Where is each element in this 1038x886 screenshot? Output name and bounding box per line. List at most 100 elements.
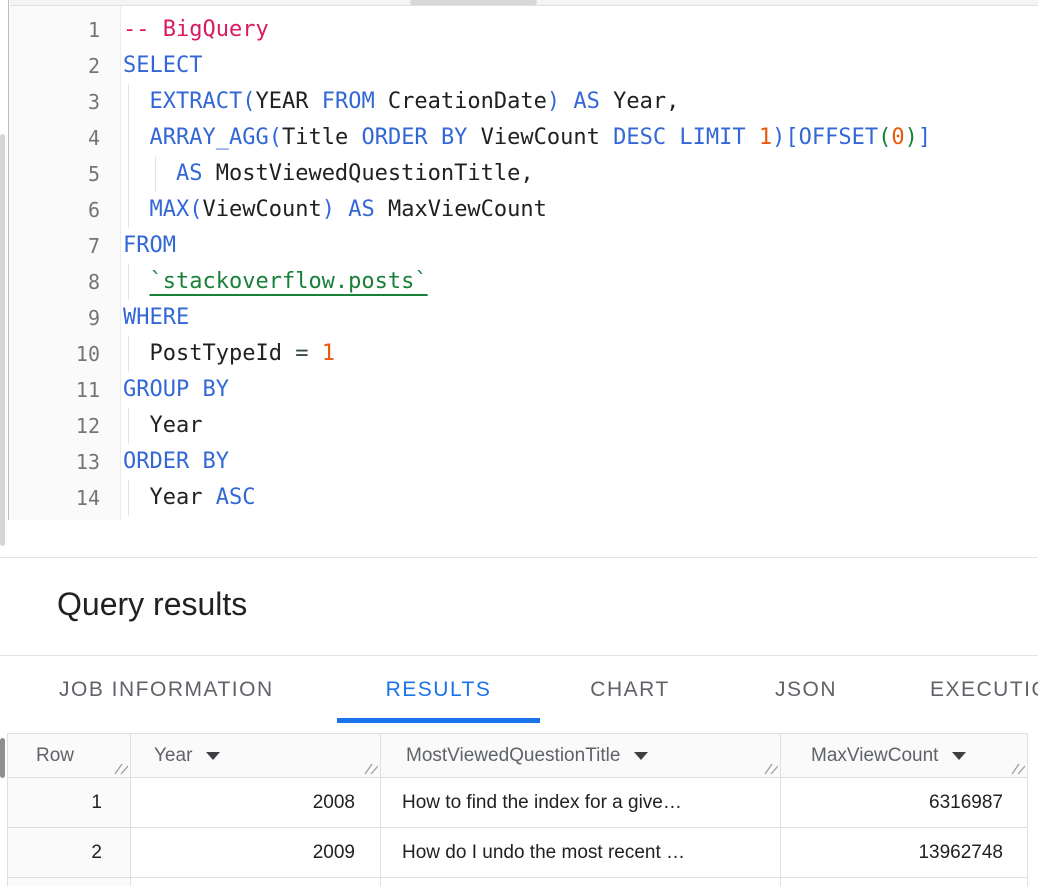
code-token: MostViewedQuestionTitle, (202, 161, 533, 186)
line-number: 3 (9, 84, 100, 120)
code-token: Title (282, 125, 348, 150)
column-header-mostviewedquestiontitle[interactable]: MostViewedQuestionTitle (381, 734, 781, 778)
tab-job-information[interactable]: JOB INFORMATION (59, 656, 274, 723)
table-row: 12008How to find the index for a give…63… (8, 778, 1028, 828)
indent-guide (128, 336, 129, 372)
line-number: 1 (9, 12, 100, 48)
table-vertical-scrollbar-thumb[interactable] (0, 738, 5, 778)
tab-execution[interactable]: EXECUTION (930, 656, 1038, 723)
code-token: FROM (123, 233, 176, 258)
tab-chart[interactable]: CHART (590, 656, 669, 723)
column-dropdown-caret-icon[interactable] (206, 752, 220, 760)
code-line-8: `stackoverflow.posts` (123, 264, 1038, 300)
code-token (189, 377, 202, 402)
column-label: MostViewedQuestionTitle (406, 745, 620, 767)
code-token: Year, (600, 89, 679, 114)
column-label: Year (154, 745, 192, 767)
line-number: 2 (9, 48, 100, 84)
code-token: ) (905, 125, 918, 150)
cell (781, 878, 1028, 886)
table-row-partial (8, 878, 1028, 886)
line-number: 6 (9, 192, 100, 228)
code-token (123, 89, 150, 114)
code-token: [ (785, 125, 798, 150)
code-token (335, 197, 348, 222)
code-line-5: AS MostViewedQuestionTitle, (123, 156, 1038, 192)
line-number: 4 (9, 120, 100, 156)
results-table: RowYearMostViewedQuestionTitleMaxViewCou… (7, 733, 1028, 886)
column-resize-grip-icon[interactable] (1011, 761, 1025, 775)
code-token: ViewCount (467, 125, 613, 150)
tab-json[interactable]: JSON (775, 656, 837, 723)
code-token: BY (202, 449, 229, 474)
code-token: DESC (613, 125, 666, 150)
code-token: ARRAY_AGG (150, 125, 269, 150)
indent-guide (128, 192, 129, 228)
cell (8, 878, 131, 886)
code-token (189, 449, 202, 474)
results-table-wrap: RowYearMostViewedQuestionTitleMaxViewCou… (7, 733, 1028, 886)
line-number: 9 (9, 300, 100, 336)
indent-guide (155, 156, 156, 192)
line-number: 13 (9, 444, 100, 480)
column-dropdown-caret-icon[interactable] (634, 752, 648, 760)
indent-guide (128, 480, 129, 516)
code-token: ( (242, 89, 255, 114)
query-results-title: Query results (57, 586, 247, 623)
code-area[interactable]: -- BigQuery SELECT EXTRACT(YEAR FROM Crea… (123, 12, 1038, 516)
table-row: 22009How do I undo the most recent …1396… (8, 828, 1028, 878)
sql-editor[interactable]: 1234567891011121314 -- BigQuerySELECT EX… (0, 6, 1038, 556)
line-number: 7 (9, 228, 100, 264)
code-token (746, 125, 759, 150)
indent-guide (128, 408, 129, 444)
code-token: ORDER (361, 125, 427, 150)
title-cell: How to find the index for a give… (381, 778, 781, 828)
column-dropdown-caret-icon[interactable] (952, 752, 966, 760)
line-number: 12 (9, 408, 100, 444)
code-token: ) (322, 197, 335, 222)
column-resize-grip-icon[interactable] (364, 761, 378, 775)
code-line-13: ORDER BY (123, 444, 1038, 480)
column-header-maxviewcount[interactable]: MaxViewCount (781, 734, 1028, 778)
column-resize-grip-icon[interactable] (114, 761, 128, 775)
line-number-gutter: 1234567891011121314 (9, 6, 121, 520)
column-resize-grip-icon[interactable] (764, 761, 778, 775)
row-number-cell: 2 (8, 828, 131, 878)
code-line-12: Year (123, 408, 1038, 444)
code-token: OFFSET (799, 125, 878, 150)
code-token: ViewCount (203, 197, 322, 222)
code-token (560, 89, 573, 114)
code-token: 1 (322, 341, 335, 366)
active-tab-underline (337, 718, 540, 723)
tab-results[interactable]: RESULTS (337, 656, 540, 723)
code-token: = (295, 341, 308, 366)
code-token (308, 89, 321, 114)
editor-vertical-scrollbar-thumb[interactable] (0, 134, 5, 546)
code-token: FROM (322, 89, 375, 114)
table-reference-link[interactable]: `stackoverflow.posts` (150, 269, 428, 294)
cell (131, 878, 381, 886)
code-line-1: -- BigQuery (123, 12, 1038, 48)
max-view-count-cell: 13962748 (781, 828, 1028, 878)
code-token: AS (176, 161, 203, 186)
code-token (123, 269, 150, 294)
code-token: BY (441, 125, 468, 150)
indent-guide (128, 156, 129, 192)
code-token: CreationDate (375, 89, 547, 114)
code-token (666, 125, 679, 150)
code-token: MaxViewCount (375, 197, 547, 222)
code-token: AS (348, 197, 375, 222)
code-token: ( (878, 125, 891, 150)
code-token: Year (123, 413, 202, 438)
code-token: SELECT (123, 53, 202, 78)
results-tab-bar: JOB INFORMATION RESULTS CHART JSON EXECUTION (0, 656, 1038, 723)
code-token: ( (189, 197, 202, 222)
code-line-3: EXTRACT(YEAR FROM CreationDate) AS Year, (123, 84, 1038, 120)
max-view-count-cell: 6316987 (781, 778, 1028, 828)
code-token (428, 125, 441, 150)
code-token: ( (269, 125, 282, 150)
code-token (308, 341, 321, 366)
column-header-year[interactable]: Year (131, 734, 381, 778)
horizontal-scrollbar-thumb[interactable] (410, 0, 537, 5)
code-token: -- BigQuery (123, 17, 269, 42)
